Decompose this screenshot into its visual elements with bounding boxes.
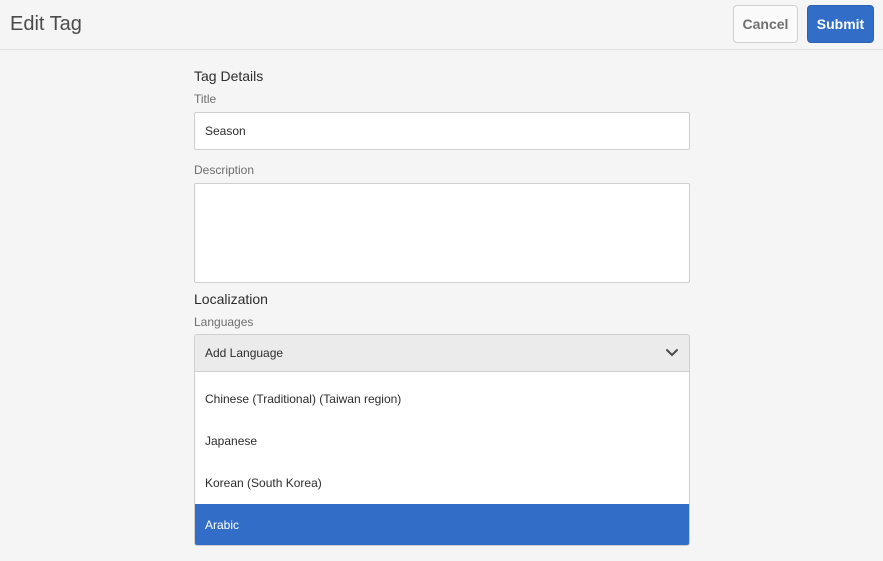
description-textarea[interactable]: [194, 183, 690, 283]
option-label: Arabic: [205, 518, 240, 532]
language-option-korean[interactable]: Korean (South Korea): [195, 462, 689, 504]
option-label: Chinese (Traditional) (Taiwan region): [205, 392, 402, 406]
option-label: Japanese: [205, 434, 258, 448]
tag-details-heading: Tag Details: [194, 68, 264, 84]
add-language-select[interactable]: Add Language: [194, 334, 690, 372]
languages-label: Languages: [194, 315, 254, 329]
description-label: Description: [194, 163, 255, 177]
option-label: Korean (South Korea): [205, 476, 322, 490]
page-title: Edit Tag: [10, 13, 82, 35]
title-input-value: Season: [205, 124, 246, 138]
language-option-arabic[interactable]: Arabic: [195, 504, 689, 545]
language-option-japanese[interactable]: Japanese: [195, 420, 689, 462]
add-language-select-value: Add Language: [205, 346, 284, 360]
title-label: Title: [194, 92, 217, 106]
submit-button[interactable]: Submit: [807, 5, 874, 43]
cancel-button[interactable]: Cancel: [733, 5, 798, 43]
app-header: Edit Tag Cancel Submit: [0, 0, 883, 50]
localization-heading: Localization: [194, 291, 268, 307]
language-listbox: Chinese (Traditional) (Taiwan region) Ja…: [194, 372, 690, 546]
chevron-down-icon: [665, 348, 679, 358]
language-option-chinese-traditional[interactable]: Chinese (Traditional) (Taiwan region): [195, 378, 689, 420]
title-input[interactable]: Season: [194, 112, 690, 150]
